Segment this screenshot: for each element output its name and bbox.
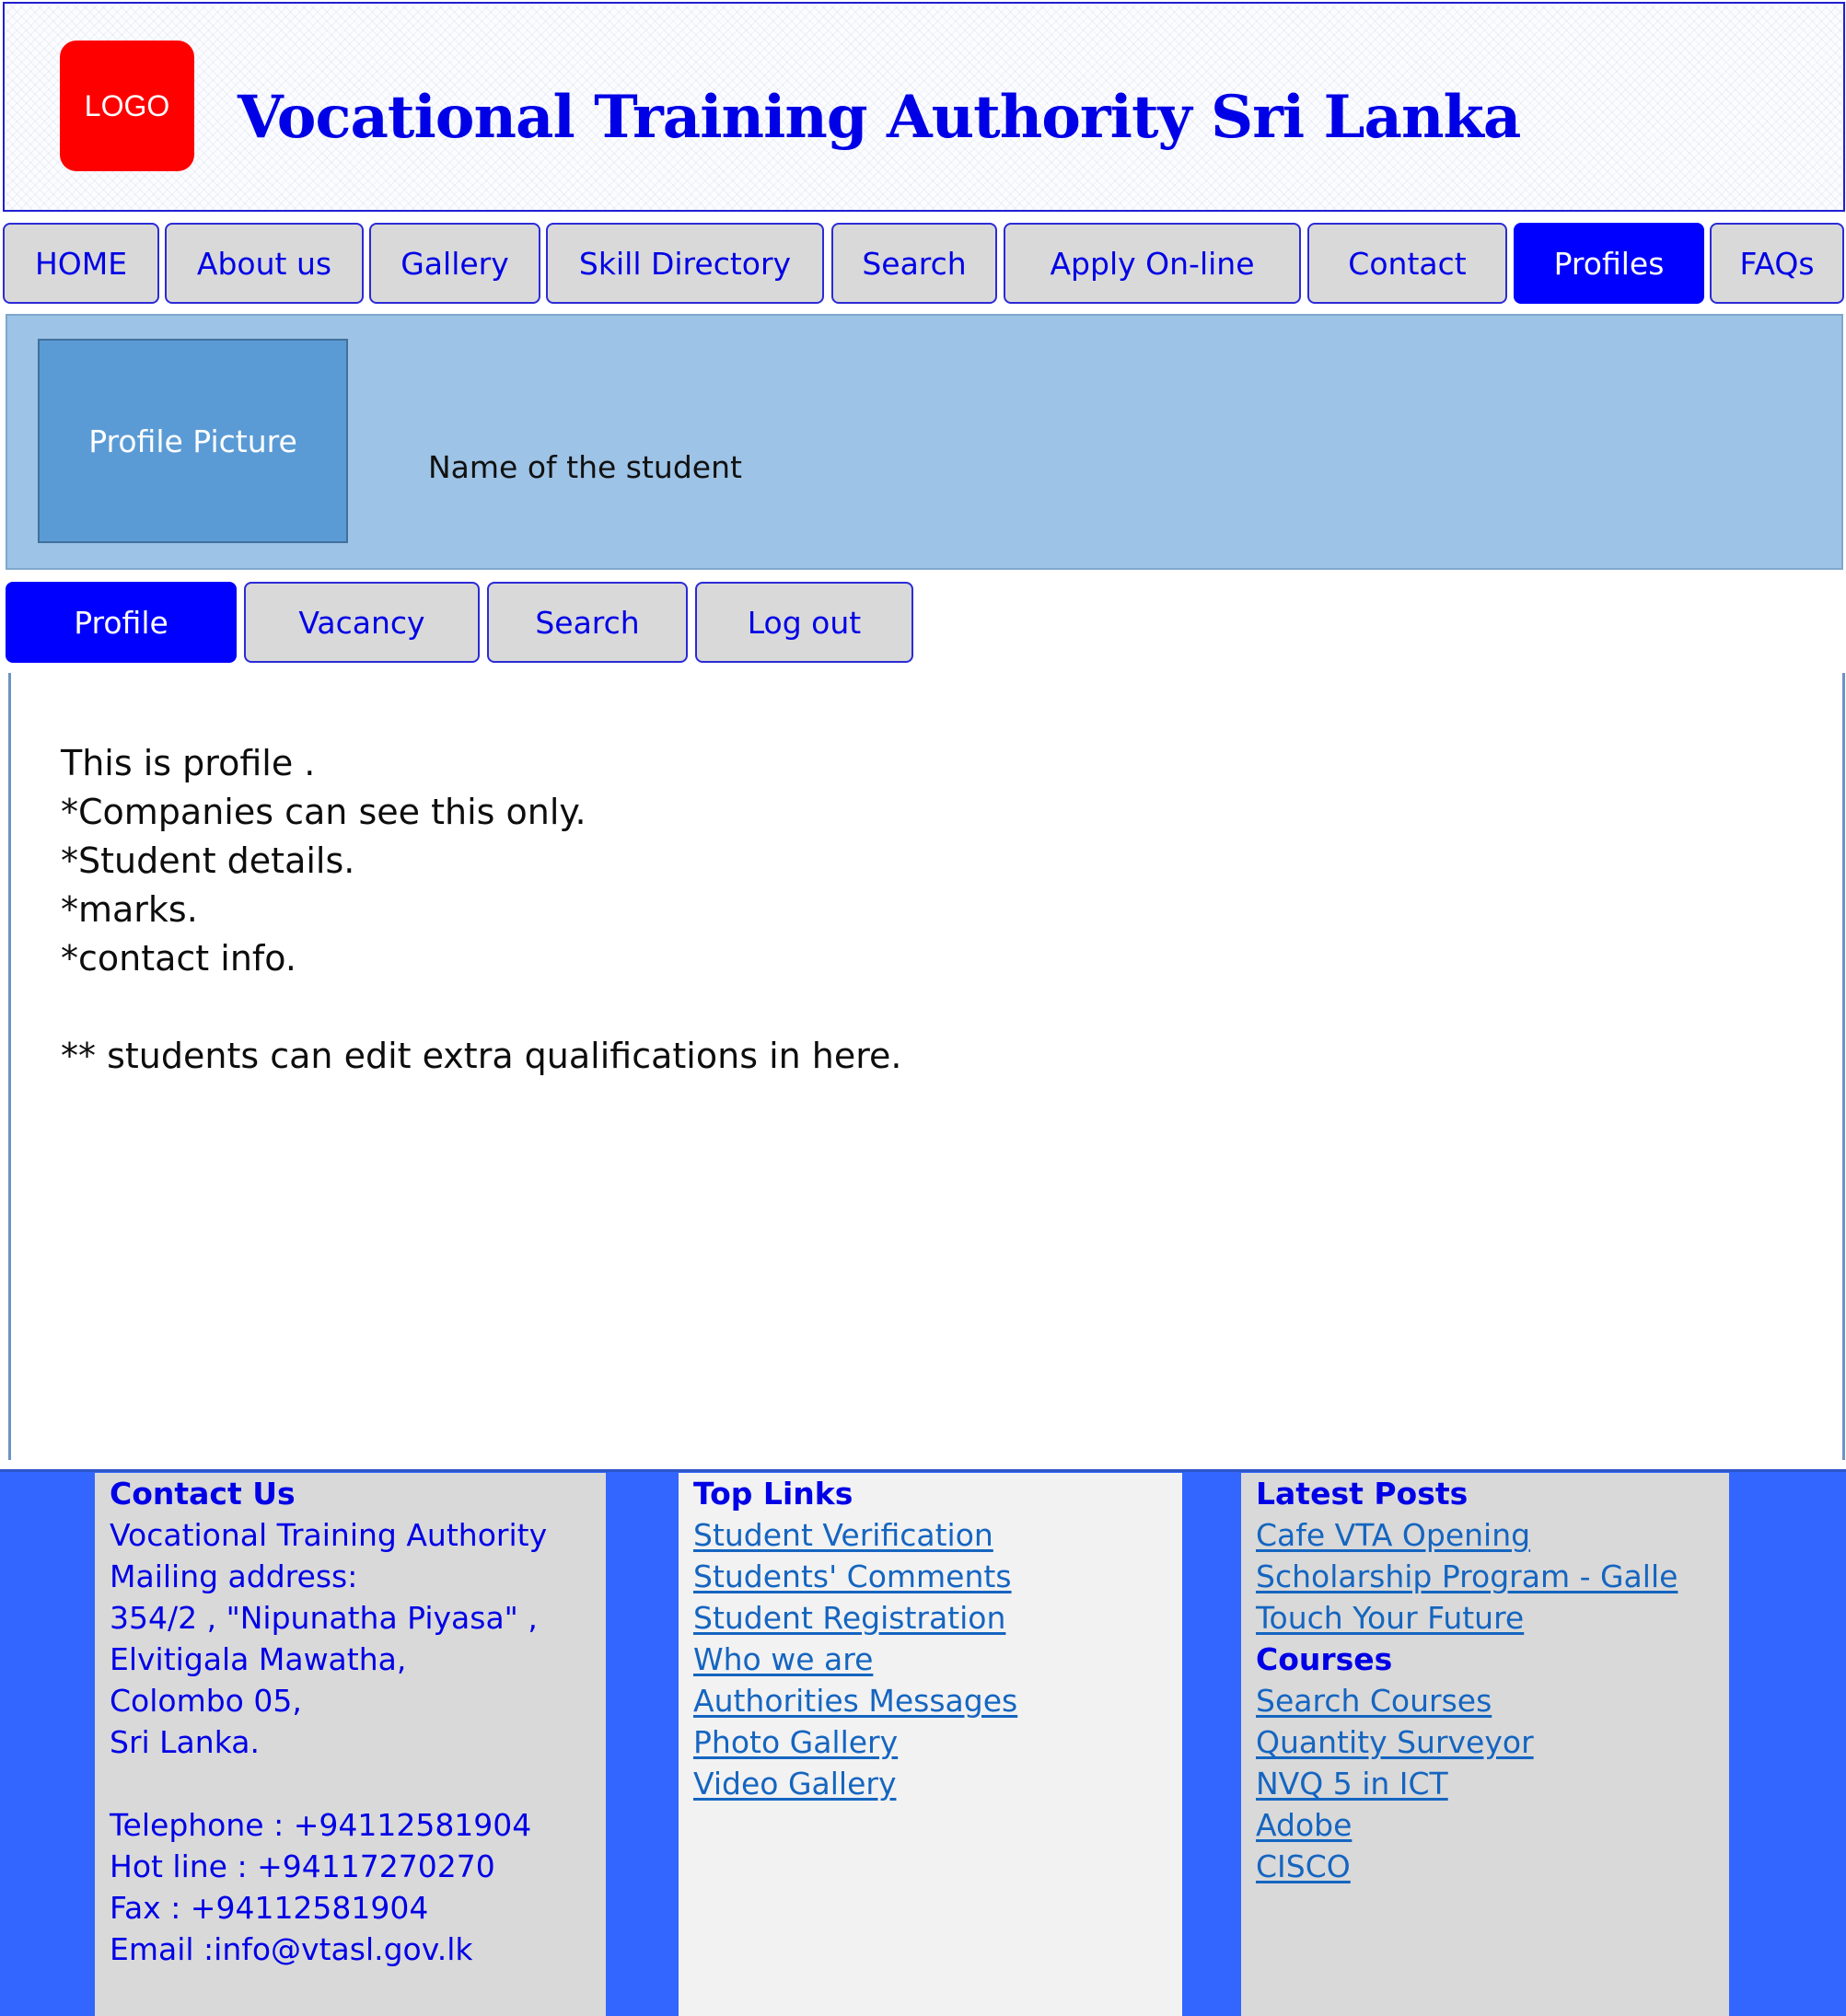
footer-link-student-registration[interactable]: Student Registration xyxy=(693,1597,1182,1639)
contact-address-line: 354/2 , "Nipunatha Piyasa" , xyxy=(110,1600,538,1636)
footer-top-links-heading: Top Links xyxy=(693,1476,853,1512)
nav-item-home[interactable]: HOME xyxy=(3,223,159,304)
contact-address-line: Sri Lanka. xyxy=(110,1724,260,1760)
content-line: *contact info. xyxy=(61,938,296,979)
contact-address-line: Colombo 05, xyxy=(110,1683,302,1719)
profile-picture[interactable]: Profile Picture xyxy=(38,339,348,543)
footer-course-link[interactable]: Quantity Surveyor xyxy=(1256,1721,1729,1763)
nav-item-apply-online[interactable]: Apply On-line xyxy=(1004,223,1301,304)
nav-item-faqs[interactable]: FAQs xyxy=(1710,223,1844,304)
logo[interactable]: LOGO xyxy=(60,41,194,171)
footer-post-link[interactable]: Scholarship Program - Galle xyxy=(1256,1556,1729,1597)
content-line: *Student details. xyxy=(61,840,355,881)
tab-profile[interactable]: Profile xyxy=(6,582,237,663)
contact-mailing-label: Mailing address: xyxy=(110,1558,358,1594)
footer-link-video-gallery[interactable]: Video Gallery xyxy=(693,1763,1182,1804)
contact-telephone: Telephone : +94112581904 xyxy=(110,1807,532,1843)
contact-email: Email :info@vtasl.gov.lk xyxy=(110,1931,473,1967)
footer-course-link[interactable]: NVQ 5 in ICT xyxy=(1256,1763,1729,1804)
nav-item-profiles[interactable]: Profiles xyxy=(1514,223,1704,304)
footer-course-link[interactable]: CISCO xyxy=(1256,1846,1729,1887)
nav-item-search[interactable]: Search xyxy=(831,223,997,304)
tab-vacancy[interactable]: Vacancy xyxy=(244,582,480,663)
footer-contact-column: Contact Us Vocational Training Authority… xyxy=(95,1473,606,2016)
nav-item-about-us[interactable]: About us xyxy=(165,223,364,304)
content-line: *marks. xyxy=(61,889,198,930)
tab-search[interactable]: Search xyxy=(487,582,688,663)
contact-hotline: Hot line : +94117270270 xyxy=(110,1848,495,1884)
nav-item-contact[interactable]: Contact xyxy=(1307,223,1507,304)
content-line xyxy=(61,983,902,1032)
content-line: This is profile . xyxy=(61,743,316,783)
footer-latest-posts-heading: Latest Posts xyxy=(1256,1476,1469,1512)
content-line: *Companies can see this only. xyxy=(61,792,586,832)
profile-content-text: This is profile . *Companies can see thi… xyxy=(61,739,902,1081)
footer-link-authorities-messages[interactable]: Authorities Messages xyxy=(693,1680,1182,1721)
footer-link-student-verification[interactable]: Student Verification xyxy=(693,1514,1182,1556)
footer-link-who-we-are[interactable]: Who we are xyxy=(693,1639,1182,1680)
tab-log-out[interactable]: Log out xyxy=(695,582,913,663)
footer-courses-heading: Courses xyxy=(1256,1641,1393,1677)
footer-course-link[interactable]: Search Courses xyxy=(1256,1680,1729,1721)
content-line: ** students can edit extra qualification… xyxy=(61,1036,902,1076)
contact-address-line: Elvitigala Mawatha, xyxy=(110,1641,407,1677)
site-title: Vocational Training Authority Sri Lanka xyxy=(238,83,1521,152)
footer-course-link[interactable]: Adobe xyxy=(1256,1804,1729,1846)
contact-fax: Fax : +94112581904 xyxy=(110,1890,429,1926)
footer-link-photo-gallery[interactable]: Photo Gallery xyxy=(693,1721,1182,1763)
footer-link-students-comments[interactable]: Students' Comments xyxy=(693,1556,1182,1597)
footer-top-links-column: Top Links Student Verification Students'… xyxy=(679,1473,1182,2016)
footer-contact-heading: Contact Us xyxy=(110,1476,296,1512)
nav-item-skill-directory[interactable]: Skill Directory xyxy=(546,223,824,304)
student-name: Name of the student xyxy=(428,449,742,485)
footer-post-link[interactable]: Touch Your Future xyxy=(1256,1597,1729,1639)
nav-item-gallery[interactable]: Gallery xyxy=(369,223,540,304)
footer-latest-posts-column: Latest Posts Cafe VTA Opening Scholarshi… xyxy=(1241,1473,1729,2016)
footer-post-link[interactable]: Cafe VTA Opening xyxy=(1256,1514,1729,1556)
contact-org: Vocational Training Authority xyxy=(110,1517,548,1553)
